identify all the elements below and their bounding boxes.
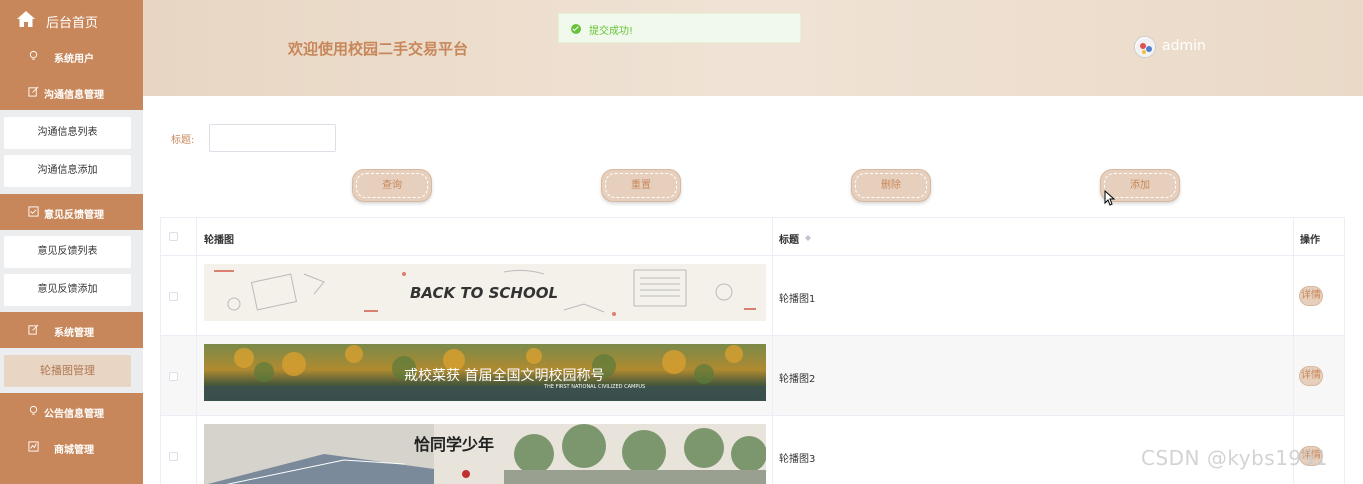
row-title: 轮播图3 xyxy=(779,454,816,465)
image-caption: BACK TO SCHOOL xyxy=(410,284,558,302)
sidebar-menu-communication[interactable]: 沟通信息管理 xyxy=(0,74,143,110)
select-all-checkbox[interactable] xyxy=(169,232,178,241)
sidebar: 后台首页 系统用户 沟通信息管理 沟通信息列表 沟通信息添加 意见反馈管理 意见… xyxy=(0,0,143,484)
submenu-system-management: 轮播图管理 xyxy=(0,348,143,393)
sidebar-menu-feedback[interactable]: 意见反馈管理 xyxy=(0,194,143,230)
checkbox-icon xyxy=(28,206,39,217)
row-checkbox[interactable] xyxy=(169,372,178,381)
reset-button[interactable]: 重置 xyxy=(601,169,681,202)
delete-button[interactable]: 删除 xyxy=(851,169,931,202)
submenu-feedback: 意见反馈列表 意见反馈添加 xyxy=(0,230,143,312)
carousel-table: 轮播图 标题 操作 BACK TO SCHOOL 轮播图1 详情 戒校菜获 首届… xyxy=(160,217,1345,484)
lightbulb-icon xyxy=(29,50,38,60)
avatar[interactable] xyxy=(1134,36,1156,58)
table-header-row: 轮播图 标题 操作 xyxy=(161,218,1344,256)
search-title-input[interactable] xyxy=(209,124,336,152)
sidebar-item-communication-add[interactable]: 沟通信息添加 xyxy=(4,155,131,187)
page-title: 欢迎使用校园二手交易平台 xyxy=(288,40,469,58)
row-checkbox[interactable] xyxy=(169,292,178,301)
carousel-image: 恰同学少年 xyxy=(204,424,766,484)
sidebar-home[interactable]: 后台首页 xyxy=(0,0,143,38)
detail-button[interactable]: 详情 xyxy=(1299,366,1323,386)
sidebar-item-feedback-list[interactable]: 意见反馈列表 xyxy=(4,236,131,268)
image-caption: 恰同学少年 xyxy=(414,435,494,454)
avatar-icon xyxy=(1136,38,1155,57)
search-title-label: 标题: xyxy=(171,135,195,146)
sidebar-menu-system-users[interactable]: 系统用户 xyxy=(0,38,143,74)
query-button[interactable]: 查询 xyxy=(352,169,432,202)
sidebar-menu-label: 沟通信息管理 xyxy=(44,90,104,101)
header-title[interactable]: 标题 xyxy=(779,231,799,246)
sidebar-menu-label: 公告信息管理 xyxy=(44,409,104,420)
image-subcaption: THE FIRST NATIONAL CIVILIZED CAMPUS xyxy=(543,384,645,390)
sidebar-item-communication-list[interactable]: 沟通信息列表 xyxy=(4,117,131,149)
row-title: 轮播图1 xyxy=(779,294,816,305)
carousel-image: 戒校菜获 首届全国文明校园称号 THE FIRST NATIONAL CIVIL… xyxy=(204,344,766,401)
lightbulb-icon xyxy=(29,405,38,415)
detail-button[interactable]: 详情 xyxy=(1299,286,1323,306)
home-icon xyxy=(17,11,35,27)
sidebar-menu-label: 意见反馈管理 xyxy=(44,210,104,221)
mouse-cursor-icon xyxy=(1104,190,1116,206)
success-icon xyxy=(571,24,581,34)
sidebar-menu-announcements[interactable]: 公告信息管理 xyxy=(0,393,143,429)
user-name[interactable]: admin xyxy=(1162,38,1206,54)
sidebar-menu-label: 系统用户 xyxy=(54,54,94,65)
sidebar-item-carousel-management[interactable]: 轮播图管理 xyxy=(4,355,131,387)
toast-message: 提交成功! xyxy=(589,26,634,37)
submenu-communication: 沟通信息列表 沟通信息添加 xyxy=(0,110,143,194)
row-title: 轮播图2 xyxy=(779,374,816,385)
table-row: BACK TO SCHOOL 轮播图1 详情 xyxy=(161,256,1344,336)
watermark: CSDN @kybs1991 xyxy=(1141,446,1329,470)
sidebar-menu-label: 商城管理 xyxy=(54,445,94,456)
image-caption: 戒校菜获 首届全国文明校园称号 xyxy=(404,367,604,384)
row-checkbox[interactable] xyxy=(169,452,178,461)
carousel-image: BACK TO SCHOOL xyxy=(204,264,766,321)
sidebar-item-feedback-add[interactable]: 意见反馈添加 xyxy=(4,274,131,306)
chart-icon xyxy=(28,441,39,452)
header-actions: 操作 xyxy=(1300,235,1320,246)
edit-icon xyxy=(28,86,39,97)
table-row: 戒校菜获 首届全国文明校园称号 THE FIRST NATIONAL CIVIL… xyxy=(161,336,1344,416)
success-toast: 提交成功! xyxy=(558,13,801,43)
sidebar-menu-label: 系统管理 xyxy=(54,328,94,339)
sidebar-menu-system-management[interactable]: 系统管理 xyxy=(0,312,143,348)
sidebar-home-label: 后台首页 xyxy=(46,16,99,31)
edit-icon xyxy=(28,324,39,335)
sidebar-menu-mall[interactable]: 商城管理 xyxy=(0,429,143,484)
sort-icon[interactable] xyxy=(805,232,811,242)
header-image: 轮播图 xyxy=(204,235,234,246)
